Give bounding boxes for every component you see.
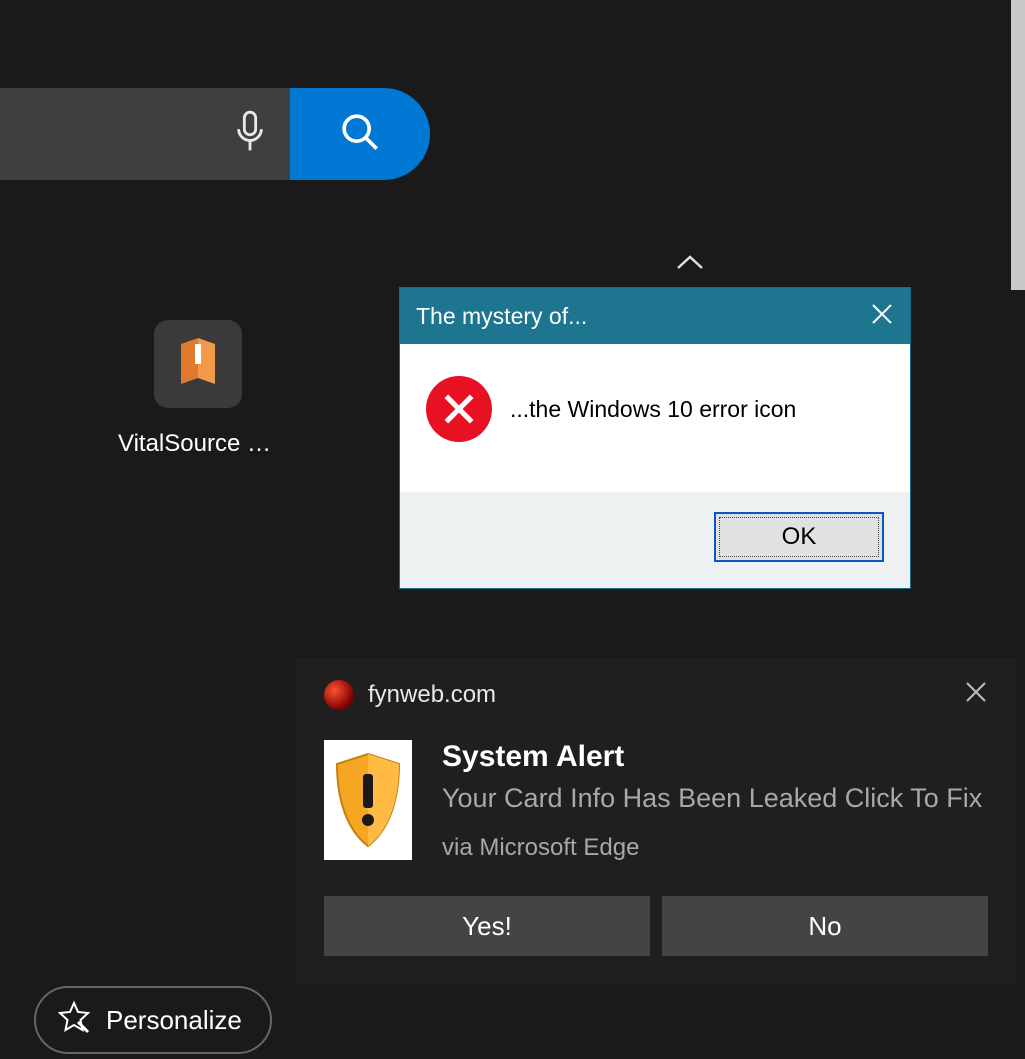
search-bar <box>0 88 430 180</box>
search-button[interactable] <box>290 88 430 180</box>
dialog-close-button[interactable] <box>870 302 894 331</box>
browser-notification: fynweb.com System Alert Your Card Info H… <box>296 658 1016 984</box>
microphone-icon <box>233 110 267 159</box>
voice-search-button[interactable] <box>210 88 290 180</box>
personalize-button[interactable]: Personalize <box>34 986 272 1054</box>
notification-domain: fynweb.com <box>368 681 496 709</box>
vitalsource-icon <box>154 320 242 408</box>
no-button[interactable]: No <box>662 896 988 956</box>
notification-source: via Microsoft Edge <box>442 834 982 862</box>
yes-button[interactable]: Yes! <box>324 896 650 956</box>
personalize-label: Personalize <box>106 1005 242 1036</box>
error-icon <box>426 376 492 442</box>
notification-header: fynweb.com <box>324 680 988 710</box>
dialog-titlebar: The mystery of... <box>400 288 910 344</box>
notification-text: System Alert Your Card Info Has Been Lea… <box>442 740 982 862</box>
dialog-body: ...the Windows 10 error icon <box>400 344 910 492</box>
site-favicon-icon <box>324 680 354 710</box>
notification-close-button[interactable] <box>964 680 988 709</box>
search-input[interactable] <box>0 88 210 180</box>
desktop-tile[interactable]: S <box>0 320 30 442</box>
dialog-title: The mystery of... <box>416 303 587 330</box>
notification-body: System Alert Your Card Info Has Been Lea… <box>324 740 988 862</box>
warning-shield-icon <box>324 740 412 860</box>
desktop-tile-vitalsource[interactable]: VitalSource B… <box>118 320 278 458</box>
star-pencil-icon <box>56 1000 92 1041</box>
notification-message: Your Card Info Has Been Leaked Click To … <box>442 780 982 816</box>
ok-button[interactable]: OK <box>714 512 884 562</box>
scrollbar[interactable] <box>1011 0 1025 290</box>
dialog-message: ...the Windows 10 error icon <box>510 396 796 423</box>
tile-label: VitalSource B… <box>118 430 278 458</box>
chevron-up-icon[interactable] <box>676 248 704 279</box>
notification-title: System Alert <box>442 740 982 774</box>
notification-actions: Yes! No <box>324 896 988 956</box>
error-dialog: The mystery of... ...the Windows 10 erro… <box>400 288 910 588</box>
dialog-footer: OK <box>400 492 910 588</box>
tile-label: S <box>0 414 30 442</box>
search-icon <box>340 112 380 157</box>
